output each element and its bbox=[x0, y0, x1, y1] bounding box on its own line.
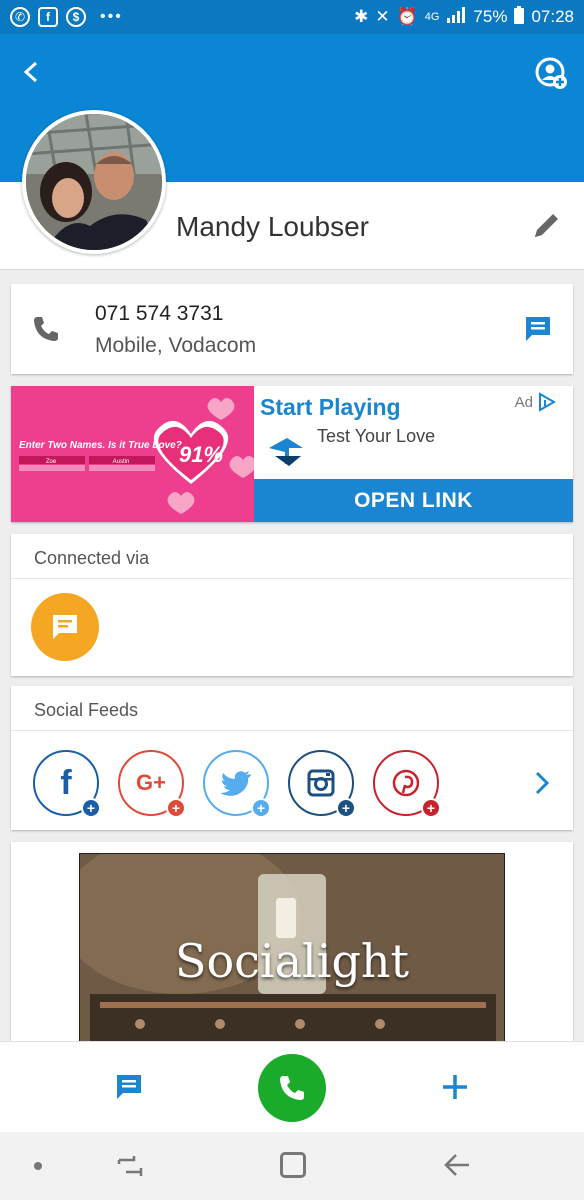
send-message-button[interactable] bbox=[523, 314, 555, 346]
adchoices-icon bbox=[539, 392, 557, 412]
open-link-button[interactable]: OPEN LINK bbox=[254, 479, 573, 522]
battery-level: 75% bbox=[473, 7, 508, 26]
add-contact-button[interactable] bbox=[534, 56, 568, 90]
connected-messaging-app-button[interactable] bbox=[31, 593, 99, 661]
add-plus-icon: + bbox=[421, 798, 441, 818]
ad-logo-icon bbox=[267, 434, 307, 468]
nav-dot-icon[interactable] bbox=[34, 1162, 42, 1170]
signal-icon bbox=[446, 6, 466, 28]
phone-number[interactable]: 071 574 3731 bbox=[95, 302, 223, 326]
ad-badge[interactable]: Ad bbox=[515, 392, 557, 412]
connected-via-card: Connected via bbox=[11, 534, 573, 676]
ad-image-name-1: Zoe bbox=[46, 459, 57, 465]
ad-image-percent: 91% bbox=[179, 442, 223, 467]
home-button[interactable] bbox=[280, 1152, 306, 1178]
back-arrow-icon bbox=[444, 1154, 469, 1176]
contact-avatar[interactable] bbox=[22, 110, 166, 254]
ad-image-name-2: Austin bbox=[113, 459, 130, 465]
dollar-icon: $ bbox=[66, 7, 86, 27]
add-plus-icon: + bbox=[336, 798, 356, 818]
add-button[interactable] bbox=[438, 1070, 472, 1104]
social-feeds-card: Social Feeds f + G+ + + + + bbox=[11, 686, 573, 830]
pencil-icon bbox=[535, 214, 558, 237]
socialight-brand: Socialight bbox=[174, 934, 410, 988]
phone-number-card[interactable]: 071 574 3731 Mobile, Vodacom bbox=[11, 284, 573, 374]
alarm-icon: ⏰ bbox=[396, 7, 418, 26]
plus-icon bbox=[443, 1075, 467, 1099]
person-add-icon bbox=[535, 57, 567, 89]
message-icon bbox=[117, 1075, 141, 1099]
facebook-notification-icon: f bbox=[38, 7, 58, 27]
more-notifications-icon: ••• bbox=[100, 8, 123, 25]
back-arrow-icon bbox=[23, 61, 38, 83]
twitter-icon bbox=[221, 771, 251, 796]
google-plus-icon: G+ bbox=[136, 770, 166, 795]
back-button[interactable] bbox=[16, 56, 48, 88]
facebook-button[interactable]: f + bbox=[33, 750, 101, 818]
instagram-icon bbox=[307, 769, 335, 797]
google-plus-button[interactable]: G+ + bbox=[118, 750, 186, 818]
avatar-photo bbox=[26, 114, 162, 250]
chevron-right-icon bbox=[535, 771, 550, 795]
call-button[interactable] bbox=[258, 1054, 326, 1122]
system-nav-bar bbox=[0, 1132, 584, 1200]
contact-name: Mandy Loubser bbox=[176, 211, 370, 242]
add-plus-icon: + bbox=[251, 798, 271, 818]
pinterest-button[interactable]: + bbox=[373, 750, 441, 818]
system-back-button[interactable] bbox=[442, 1150, 472, 1180]
phone-icon bbox=[31, 314, 61, 344]
facebook-icon: f bbox=[60, 763, 72, 802]
divider bbox=[11, 578, 573, 579]
instagram-button[interactable]: + bbox=[288, 750, 356, 818]
ad-banner[interactable]: Enter Two Names. Is it True Love? Zoe Au… bbox=[11, 386, 573, 522]
socialight-image[interactable]: Socialight bbox=[79, 853, 505, 1042]
recent-apps-button[interactable] bbox=[116, 1152, 144, 1180]
pinterest-icon bbox=[392, 769, 420, 797]
ad-title[interactable]: Start Playing bbox=[260, 394, 401, 421]
connected-via-title: Connected via bbox=[34, 548, 150, 568]
twitter-button[interactable]: + bbox=[203, 750, 271, 818]
ad-image[interactable]: Enter Two Names. Is it True Love? Zoe Au… bbox=[11, 386, 254, 522]
chat-icon bbox=[53, 615, 77, 639]
divider bbox=[11, 730, 573, 731]
ad-subtitle: Test Your Love bbox=[317, 426, 436, 446]
message-icon bbox=[526, 317, 550, 341]
bottom-message-button[interactable] bbox=[114, 1072, 146, 1104]
bottom-action-bar bbox=[0, 1041, 584, 1132]
recent-apps-icon bbox=[117, 1156, 143, 1176]
add-plus-icon: + bbox=[81, 798, 101, 818]
clock: 07:28 bbox=[531, 7, 574, 26]
phone-icon bbox=[280, 1076, 304, 1100]
battery-icon bbox=[514, 5, 525, 29]
phone-type: Mobile, Vodacom bbox=[95, 334, 257, 357]
add-plus-icon: + bbox=[166, 798, 186, 818]
network-type: 4G bbox=[424, 11, 440, 23]
bluetooth-icon: ✱ bbox=[354, 7, 369, 26]
whatsapp-icon: ✆ bbox=[10, 7, 30, 27]
socialight-card: Socialight bbox=[11, 842, 573, 1042]
edit-contact-button[interactable] bbox=[530, 208, 564, 242]
social-feeds-title: Social Feeds bbox=[34, 700, 139, 720]
ad-label: Ad bbox=[514, 393, 533, 411]
status-bar: ✆ f $ ••• ✱ ✕ ⏰ 4G 75% 07:28 bbox=[0, 0, 584, 34]
mute-icon: ✕ bbox=[375, 7, 390, 26]
more-social-button[interactable] bbox=[529, 770, 555, 796]
ad-image-question: Enter Two Names. Is it True Love? bbox=[19, 440, 182, 451]
